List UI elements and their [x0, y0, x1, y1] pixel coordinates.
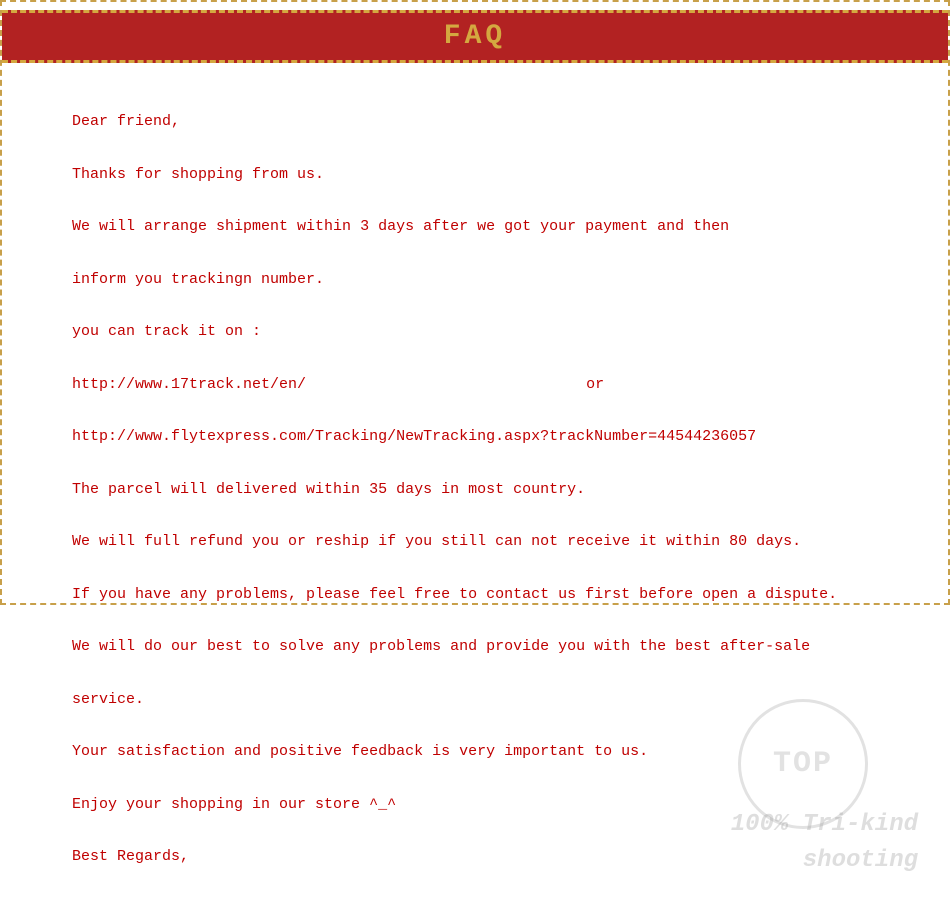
- line-shipment: We will arrange shipment within 3 days a…: [72, 218, 729, 235]
- line-service: service.: [72, 691, 144, 708]
- content-area: Dear friend, Thanks for shopping from us…: [2, 71, 948, 909]
- line-inform: inform you trackingn number.: [72, 271, 324, 288]
- line-or: or: [586, 376, 604, 393]
- page-wrapper: FAQ Dear friend, Thanks for shopping fro…: [0, 0, 950, 605]
- faq-content: Dear friend, Thanks for shopping from us…: [18, 83, 932, 897]
- line-url2: http://www.flytexpress.com/Tracking/NewT…: [72, 428, 756, 445]
- line-thanks: Thanks for shopping from us.: [72, 166, 324, 183]
- line-best: We will do our best to solve any problem…: [72, 638, 810, 655]
- line-url1: http://www.17track.net/en/: [72, 376, 306, 393]
- line-enjoy: Enjoy your shopping in our store ^_^: [72, 796, 396, 813]
- line-track: you can track it on :: [72, 323, 261, 340]
- page-title: FAQ: [444, 21, 506, 52]
- line-regards: Best Regards,: [72, 848, 189, 865]
- line-parcel: The parcel will delivered within 35 days…: [72, 481, 585, 498]
- line-refund: We will full refund you or reship if you…: [72, 533, 801, 550]
- line-problems: If you have any problems, please feel fr…: [72, 586, 837, 603]
- header-bar: FAQ: [2, 10, 948, 63]
- line-dear-friend: Dear friend,: [72, 113, 180, 130]
- line-satisfaction: Your satisfaction and positive feedback …: [72, 743, 648, 760]
